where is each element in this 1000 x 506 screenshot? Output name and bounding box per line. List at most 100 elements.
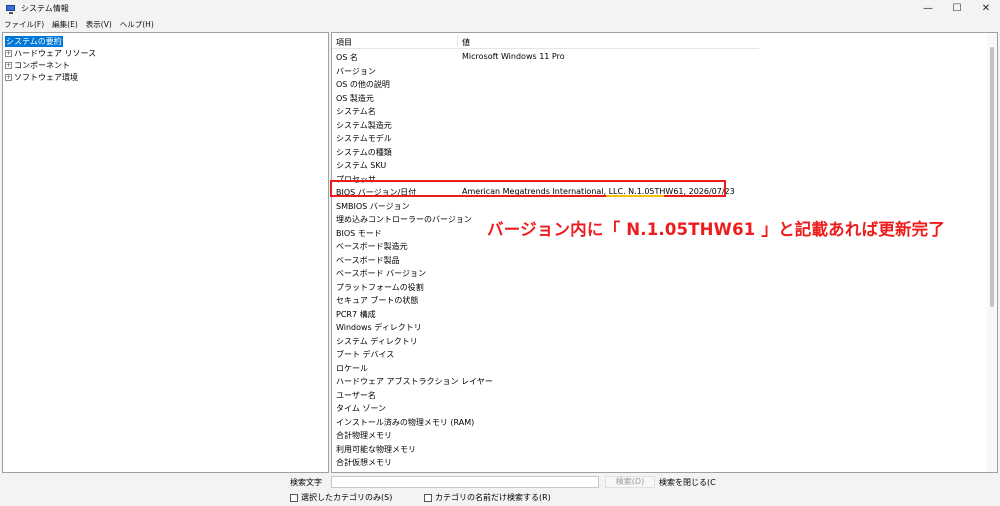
bios-highlight-box xyxy=(330,180,726,197)
table-row[interactable]: OS 名 Microsoft Windows 11 Pro xyxy=(332,50,759,64)
table-row[interactable]: 合計仮想メモリ xyxy=(332,455,759,469)
version-underline xyxy=(606,195,664,197)
table-row[interactable]: OS 製造元 xyxy=(332,91,759,105)
row-item: バージョン xyxy=(336,66,376,76)
table-row[interactable]: ブート デバイス xyxy=(332,347,759,361)
row-item: インストール済みの物理メモリ (RAM) xyxy=(336,417,475,427)
expand-icon[interactable]: + xyxy=(5,61,12,69)
row-item: ベースボード製品 xyxy=(336,255,400,265)
system-info-icon xyxy=(6,4,16,14)
menu-edit[interactable]: 編集(E) xyxy=(52,19,78,30)
row-item: PCR7 構成 xyxy=(336,309,376,319)
row-item: ハードウェア アブストラクション レイヤー xyxy=(336,377,493,386)
maximize-button[interactable]: ☐ xyxy=(943,0,971,17)
table-row[interactable]: システム製造元 xyxy=(332,118,759,132)
row-item: ブート デバイス xyxy=(336,350,395,359)
table-row[interactable]: ベースボード製品 xyxy=(332,253,759,267)
row-item: システム製造元 xyxy=(336,120,392,130)
tree-item-label: システムの要約 xyxy=(5,35,63,47)
table-row[interactable]: バージョン xyxy=(332,64,759,78)
search-bar: 検索文字 検索(D) 検索を閉じる(C 選択したカテゴリのみ(S) カテゴリの名… xyxy=(0,474,1000,506)
row-item: タイム ゾーン xyxy=(336,404,386,413)
vertical-scrollbar[interactable] xyxy=(987,33,997,472)
table-row[interactable]: ハードウェア アブストラクション レイヤー xyxy=(332,374,759,388)
row-item: ロケール xyxy=(336,363,368,373)
table-row[interactable]: システムモデル xyxy=(332,131,759,145)
row-item: ユーザー名 xyxy=(336,390,376,400)
table-header: 項目 値 xyxy=(332,33,759,49)
table-row[interactable]: OS の他の説明 xyxy=(332,77,759,91)
selected-category-only-checkbox[interactable]: 選択したカテゴリのみ(S) xyxy=(290,492,392,503)
row-item: 利用可能な物理メモリ xyxy=(336,444,416,454)
checkbox-box[interactable] xyxy=(290,493,298,502)
minimize-button[interactable]: — xyxy=(914,0,942,17)
table-row[interactable]: ベースボード バージョン xyxy=(332,266,759,280)
row-item: 合計仮想メモリ xyxy=(336,458,392,467)
scrollbar-thumb[interactable] xyxy=(990,47,994,307)
tree-item-label: ソフトウェア環境 xyxy=(14,72,78,82)
expand-icon[interactable]: + xyxy=(5,73,12,81)
row-item: システム ディレクトリ xyxy=(336,336,418,346)
table-row[interactable]: システム ディレクトリ xyxy=(332,334,759,348)
checkbox-label: 選択したカテゴリのみ(S) xyxy=(301,493,393,502)
tree-item-hardware-resources[interactable]: + ハードウェア リソース xyxy=(5,47,97,59)
row-item: システム SKU xyxy=(336,161,387,170)
column-header-item[interactable]: 項目 xyxy=(336,37,352,48)
table-row[interactable]: セキュア ブートの状態 xyxy=(332,293,759,307)
title-bar: システム情報 xyxy=(0,0,1000,17)
checkbox-box[interactable] xyxy=(424,493,432,502)
category-names-only-checkbox[interactable]: カテゴリの名前だけ検索する(R) xyxy=(424,492,551,503)
table-row[interactable]: タイム ゾーン xyxy=(332,401,759,415)
row-item: 埋め込みコントローラーのバージョン xyxy=(336,215,472,224)
row-value: Microsoft Windows 11 Pro xyxy=(462,52,565,61)
table-row[interactable]: PCR7 構成 xyxy=(332,307,759,321)
table-row[interactable]: 合計物理メモリ xyxy=(332,428,759,442)
close-button[interactable]: ✕ xyxy=(972,0,1000,17)
row-item: システム名 xyxy=(336,107,376,116)
column-divider[interactable] xyxy=(457,35,458,47)
table-row[interactable]: システム SKU xyxy=(332,158,759,172)
row-item: OS 名 xyxy=(336,53,358,62)
tree-item-components[interactable]: + コンポーネント xyxy=(5,59,71,71)
row-item: OS 製造元 xyxy=(336,93,374,103)
table-row[interactable]: 利用可能な仮想メモリ xyxy=(332,469,759,473)
row-item: プラットフォームの役割 xyxy=(336,282,424,292)
table-row[interactable]: ロケール xyxy=(332,361,759,375)
table-row[interactable]: Windows ディレクトリ xyxy=(332,320,759,334)
table-row[interactable]: システム名 xyxy=(332,104,759,118)
row-item: Windows ディレクトリ xyxy=(336,323,422,332)
column-header-value[interactable]: 値 xyxy=(462,37,470,48)
menu-bar: ファイル(F) 編集(E) 表示(V) ヘルプ(H) xyxy=(0,17,1000,31)
table-row[interactable]: ベースボード製造元 xyxy=(332,239,759,253)
table-row[interactable]: システムの種類 xyxy=(332,145,759,159)
find-button[interactable]: 検索(D) xyxy=(605,476,655,488)
close-find-button[interactable]: 検索を閉じる(C xyxy=(659,477,716,488)
menu-view[interactable]: 表示(V) xyxy=(86,19,112,30)
tree-item-software-environment[interactable]: + ソフトウェア環境 xyxy=(5,71,79,83)
row-item: ベースボード バージョン xyxy=(336,269,426,278)
row-item: 合計物理メモリ xyxy=(336,431,392,440)
window-title: システム情報 xyxy=(21,4,69,13)
table-row[interactable]: 利用可能な物理メモリ xyxy=(332,442,759,456)
row-item: システムモデル xyxy=(336,134,392,143)
category-tree: システムの要約 + ハードウェア リソース + コンポーネント + ソフトウェア… xyxy=(2,32,329,473)
expand-icon[interactable]: + xyxy=(5,49,12,57)
checkbox-label: カテゴリの名前だけ検索する(R) xyxy=(435,493,551,502)
row-item: セキュア ブートの状態 xyxy=(336,296,419,305)
row-item: SMBIOS バージョン xyxy=(336,201,410,211)
row-item: システムの種類 xyxy=(336,147,392,157)
table-row[interactable]: ユーザー名 xyxy=(332,388,759,402)
menu-help[interactable]: ヘルプ(H) xyxy=(120,19,154,30)
table-row[interactable]: プラットフォームの役割 xyxy=(332,280,759,294)
table-row[interactable]: SMBIOS バージョン xyxy=(332,199,759,213)
tree-item-system-summary[interactable]: システムの要約 xyxy=(5,35,63,47)
search-label: 検索文字 xyxy=(290,478,322,487)
search-input[interactable] xyxy=(331,476,599,488)
tree-item-label: ハードウェア リソース xyxy=(14,48,97,58)
row-item: 利用可能な仮想メモリ xyxy=(336,471,416,473)
table-row[interactable]: インストール済みの物理メモリ (RAM) xyxy=(332,415,759,429)
row-item: BIOS モード xyxy=(336,228,382,238)
row-item: ベースボード製造元 xyxy=(336,242,408,251)
annotation-text: バージョン内に「 N.1.05THW61 」と記載あれば更新完了 xyxy=(487,220,946,239)
menu-file[interactable]: ファイル(F) xyxy=(4,19,44,30)
